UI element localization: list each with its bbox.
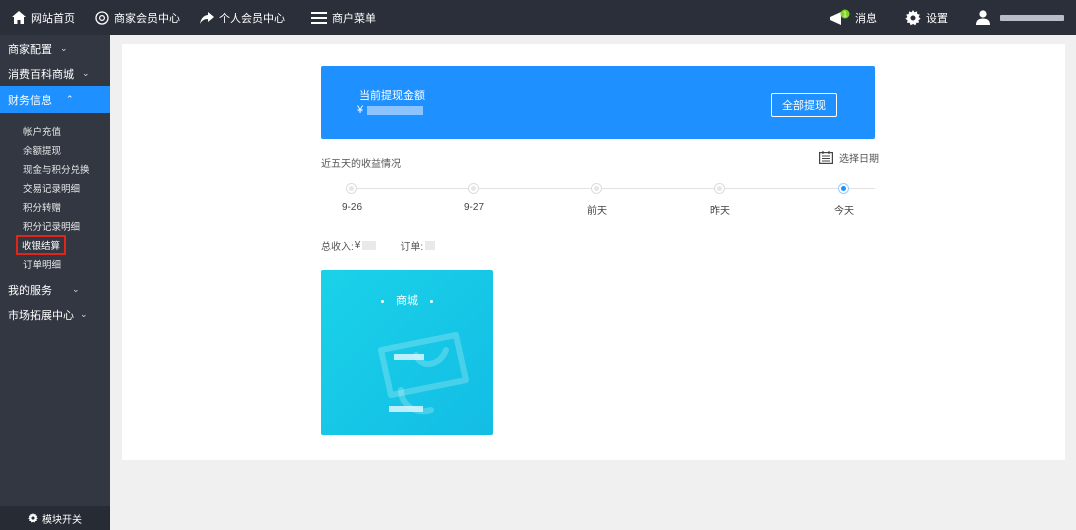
chevron-up-icon: ⌃: [66, 94, 74, 104]
settings-link[interactable]: 设置: [891, 0, 962, 35]
user-icon: [976, 10, 990, 25]
day-label[interactable]: 9-26: [342, 202, 362, 213]
sidebar-group-merchant-config[interactable]: 商家配置 ⌄: [0, 36, 110, 61]
module-switch-button[interactable]: 模块开关: [0, 506, 110, 530]
orders-label: 订单:: [400, 242, 424, 253]
dot-decoration: [430, 299, 433, 303]
sidebar: 商家配置 ⌄ 消费百科商城 ⌄ 财务信息 ⌃ 帐户充值 余额提现 现金与积分兑换…: [0, 35, 110, 530]
home-link[interactable]: 网站首页: [0, 0, 83, 35]
home-label: 网站首页: [31, 12, 75, 25]
merchant-menu-label: 商户菜单: [332, 12, 376, 25]
shopping-bag-icon: [378, 332, 469, 415]
sidebar-item-exchange[interactable]: 现金与积分兑换: [0, 159, 110, 178]
messages-link[interactable]: 1 消息: [814, 0, 891, 35]
calendar-icon: [819, 151, 833, 164]
mall-card-title: 商城: [321, 292, 493, 308]
top-bar: 网站首页 商家会员中心 个人会员中心 商户菜单 1 消息 设置: [0, 0, 1076, 35]
menu-icon: [311, 11, 327, 24]
chevron-down-icon: ⌄: [82, 68, 90, 78]
sidebar-item-label: 订单明细: [23, 259, 62, 271]
sidebar-group-my-services[interactable]: 我的服务 ⌄: [0, 277, 110, 302]
user-menu[interactable]: [962, 0, 1076, 35]
sidebar-item-checkout[interactable]: 收银结算: [0, 234, 110, 255]
timeline-dot[interactable]: [714, 183, 725, 194]
sidebar-item-label: 帐户充值: [23, 126, 62, 138]
chevron-down-icon: ⌄: [60, 43, 68, 53]
sidebar-group-label: 财务信息: [8, 94, 52, 107]
mall-card[interactable]: 商城: [321, 270, 493, 435]
module-switch-label: 模块开关: [42, 514, 82, 526]
day-label[interactable]: 9-27: [464, 202, 484, 213]
message-bell-icon: 1: [830, 9, 850, 25]
sidebar-group-label: 消费百科商城: [8, 68, 74, 81]
gear-icon: [28, 513, 38, 523]
totals-row: 总收入: ¥ 订单:: [321, 238, 436, 253]
mall-value-redacted: [394, 354, 424, 360]
total-currency: ¥: [354, 240, 361, 251]
day-label[interactable]: 今天: [834, 202, 854, 217]
select-date-label: 选择日期: [839, 154, 879, 165]
sidebar-item-points-transfer[interactable]: 积分转赠: [0, 197, 110, 216]
personal-center-link[interactable]: 个人会员中心: [188, 0, 293, 35]
timeline-line: [351, 188, 875, 189]
sidebar-group-label: 商家配置: [8, 43, 52, 56]
home-icon: [12, 11, 26, 24]
sidebar-group-market-center[interactable]: 市场拓展中心 ⌄: [0, 302, 110, 327]
orders-count: 订单:: [400, 238, 436, 253]
chevron-down-icon: ⌄: [72, 284, 80, 294]
merchant-menu-toggle[interactable]: 商户菜单: [293, 0, 384, 35]
withdraw-all-button[interactable]: 全部提现: [771, 93, 837, 117]
sidebar-item-label: 收银结算: [16, 234, 67, 255]
merchant-center-link[interactable]: 商家会员中心: [83, 0, 188, 35]
sidebar-group-consumer-mall[interactable]: 消费百科商城 ⌄: [0, 61, 110, 86]
sidebar-item-recharge[interactable]: 帐户充值: [0, 121, 110, 140]
timeline-dot-today[interactable]: [838, 183, 849, 194]
at-icon: [95, 10, 109, 25]
day-label[interactable]: 昨天: [710, 202, 730, 217]
sidebar-item-transactions[interactable]: 交易记录明细: [0, 178, 110, 197]
day-label[interactable]: 前天: [587, 202, 607, 217]
sidebar-group-label: 我的服务: [8, 284, 52, 297]
sidebar-item-label: 积分记录明细: [23, 221, 81, 233]
balance-label: 当前提现金额: [359, 90, 425, 102]
chevron-down-icon: ⌄: [80, 309, 88, 319]
sidebar-item-withdraw[interactable]: 余额提现: [0, 140, 110, 159]
settings-label: 设置: [926, 12, 948, 25]
main-panel: 当前提现金额 ¥ 全部提现 近五天的收益情况 选择日期 9-26 9-27 前天…: [122, 44, 1065, 460]
share-arrow-icon: [200, 11, 214, 24]
day-timeline: 9-26 9-27 前天 昨天 今天: [321, 178, 875, 218]
balance-value-redacted: [367, 105, 424, 115]
balance-card: 当前提现金额 ¥ 全部提现: [321, 66, 875, 139]
sidebar-item-label: 余额提现: [23, 145, 62, 157]
sidebar-item-label: 现金与积分兑换: [23, 164, 90, 176]
merchant-center-label: 商家会员中心: [114, 12, 180, 25]
gear-icon: [905, 9, 921, 25]
sidebar-item-points-records[interactable]: 积分记录明细: [0, 216, 110, 235]
select-date-button[interactable]: 选择日期: [819, 150, 879, 165]
currency-symbol: ¥: [357, 104, 364, 116]
balance-amount: ¥: [357, 104, 424, 116]
timeline-dot[interactable]: [591, 183, 602, 194]
finance-submenu: 帐户充值 余额提现 现金与积分兑换 交易记录明细 积分转赠 积分记录明细 收银结…: [0, 113, 110, 277]
timeline-dot[interactable]: [468, 183, 479, 194]
sidebar-item-label: 积分转赠: [23, 202, 62, 214]
total-income-redacted: [362, 241, 377, 250]
orders-value-redacted: [425, 241, 436, 250]
sidebar-group-finance[interactable]: 财务信息 ⌃: [0, 86, 110, 113]
mall-title-text: 商城: [396, 295, 418, 307]
timeline-dot[interactable]: [346, 183, 357, 194]
personal-center-label: 个人会员中心: [219, 12, 285, 25]
sidebar-item-orders[interactable]: 订单明细: [0, 254, 110, 273]
mall-value-redacted: [389, 406, 423, 412]
dot-decoration: [381, 299, 384, 303]
user-name-redacted: [1000, 14, 1064, 21]
svg-text:1: 1: [843, 10, 847, 18]
total-income-label: 总收入:: [321, 242, 354, 253]
sidebar-group-label: 市场拓展中心: [8, 309, 74, 322]
earnings-title: 近五天的收益情况: [321, 159, 401, 170]
sidebar-item-label: 交易记录明细: [23, 183, 81, 195]
messages-label: 消息: [855, 12, 877, 25]
